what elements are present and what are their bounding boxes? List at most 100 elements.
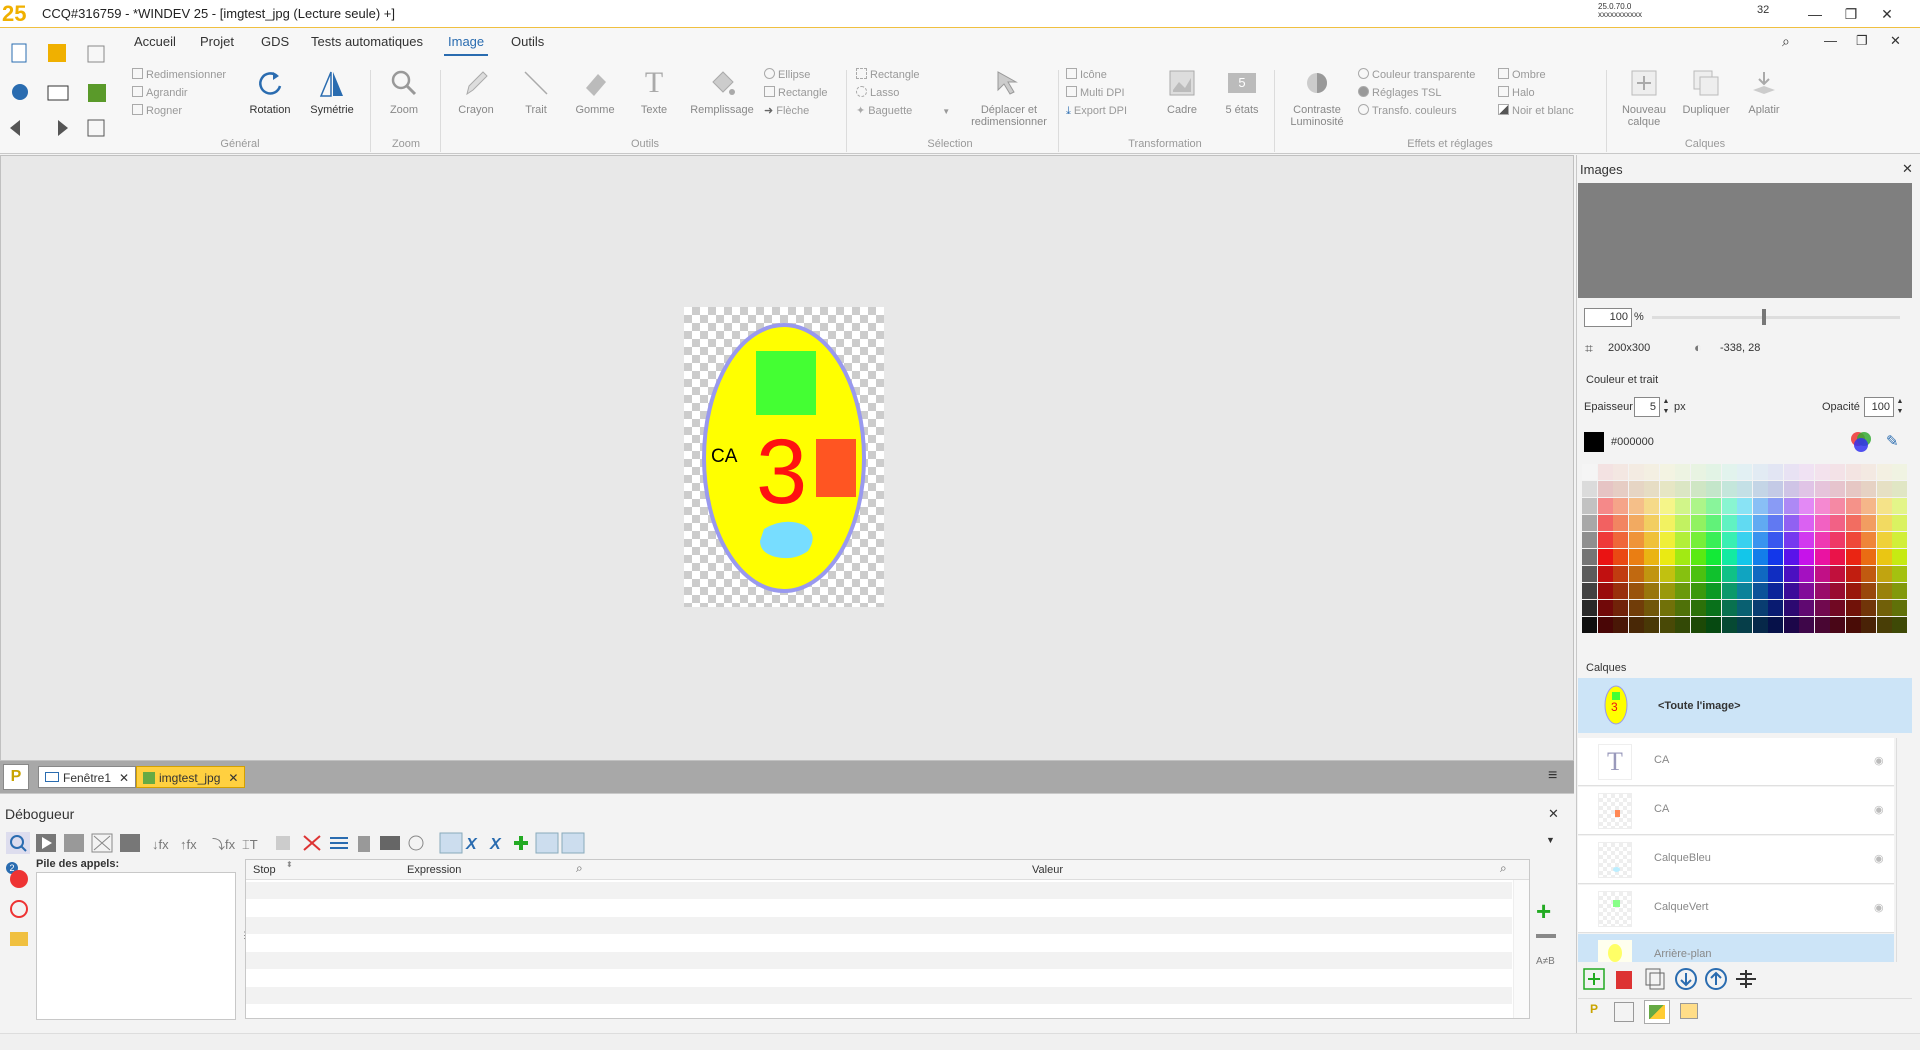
palette-swatch[interactable] (1799, 532, 1814, 548)
table-row[interactable] (246, 987, 1512, 1004)
fleche-button[interactable]: ➜ Flèche (764, 102, 828, 120)
tab-projet[interactable]: Projet (196, 34, 238, 49)
palette-swatch[interactable] (1597, 498, 1613, 514)
palette-swatch[interactable] (1876, 583, 1892, 599)
palette-swatch[interactable] (1675, 600, 1690, 616)
color-palette[interactable] (1582, 464, 1908, 638)
palette-swatch[interactable] (1830, 583, 1845, 599)
palette-swatch[interactable] (1675, 617, 1690, 633)
layer-row[interactable]: CalqueBleu ◉ (1578, 836, 1894, 884)
palette-swatch[interactable] (1768, 583, 1783, 599)
palette-swatch[interactable] (1814, 600, 1830, 616)
palette-swatch[interactable] (1892, 600, 1907, 616)
palette-swatch[interactable] (1675, 583, 1690, 599)
palette-swatch[interactable] (1659, 481, 1675, 497)
palette-swatch[interactable] (1768, 515, 1783, 531)
palette-swatch[interactable] (1845, 583, 1861, 599)
palette-swatch[interactable] (1706, 481, 1721, 497)
close-icon[interactable]: ✕ (228, 771, 238, 785)
palette-swatch[interactable] (1799, 617, 1814, 633)
layer-row[interactable]: T CA ◉ (1578, 738, 1894, 786)
palette-swatch[interactable] (1675, 532, 1690, 548)
palette-swatch[interactable] (1814, 515, 1830, 531)
palette-swatch[interactable] (1783, 481, 1799, 497)
palette-swatch[interactable] (1675, 464, 1690, 480)
palette-swatch[interactable] (1876, 498, 1892, 514)
palette-swatch[interactable] (1861, 583, 1876, 599)
palette-swatch[interactable] (1892, 583, 1907, 599)
zoom-slider-thumb[interactable] (1762, 309, 1766, 325)
nouveau-calque-button[interactable]: Nouveau calque (1614, 66, 1674, 128)
explorer-tab-icon[interactable] (1614, 1002, 1634, 1022)
palette-swatch[interactable] (1861, 617, 1876, 633)
palette-swatch[interactable] (1830, 515, 1845, 531)
palette-swatch[interactable] (1675, 566, 1690, 582)
export-dpi-button[interactable]: ⤓ Export DPI (1066, 102, 1127, 120)
palette-swatch[interactable] (1582, 481, 1597, 497)
project-icon[interactable]: P (3, 764, 29, 790)
palette-swatch[interactable] (1830, 566, 1845, 582)
palette-swatch[interactable] (1830, 617, 1845, 633)
palette-swatch[interactable] (1644, 549, 1659, 565)
ribbon-close-button[interactable]: ✕ (1890, 33, 1901, 49)
palette-swatch[interactable] (1845, 515, 1861, 531)
palette-swatch[interactable] (1845, 549, 1861, 565)
palette-swatch[interactable] (1628, 549, 1644, 565)
palette-swatch[interactable] (1690, 515, 1706, 531)
palette-swatch[interactable] (1582, 583, 1597, 599)
palette-swatch[interactable] (1814, 549, 1830, 565)
noir-et-blanc-button[interactable]: Noir et blanc (1498, 102, 1574, 120)
palette-swatch[interactable] (1752, 515, 1768, 531)
palette-swatch[interactable] (1628, 566, 1644, 582)
column-stop[interactable]: Stop (253, 864, 276, 876)
palette-swatch[interactable] (1706, 549, 1721, 565)
layer-row[interactable]: CalqueVert ◉ (1578, 885, 1894, 933)
aplatir-button[interactable]: Aplatir (1734, 66, 1794, 116)
palette-swatch[interactable] (1783, 549, 1799, 565)
palette-swatch[interactable] (1721, 532, 1737, 548)
toolbar-dropdown-icon[interactable]: ▼ (1546, 835, 1555, 845)
palette-swatch[interactable] (1582, 566, 1597, 582)
palette-swatch[interactable] (1659, 498, 1675, 514)
palette-swatch[interactable] (1737, 617, 1752, 633)
palette-swatch[interactable] (1644, 498, 1659, 514)
palette-swatch[interactable] (1597, 464, 1613, 480)
color-picker-icon[interactable] (1849, 430, 1873, 454)
palette-swatch[interactable] (1597, 566, 1613, 582)
palette-swatch[interactable] (1706, 617, 1721, 633)
palette-swatch[interactable] (1768, 600, 1783, 616)
palette-swatch[interactable] (1690, 481, 1706, 497)
palette-swatch[interactable] (1721, 464, 1737, 480)
palette-swatch[interactable] (1659, 515, 1675, 531)
opacity-field[interactable]: 100 (1864, 397, 1894, 417)
palette-swatch[interactable] (1799, 600, 1814, 616)
palette-swatch[interactable] (1706, 532, 1721, 548)
search-icon[interactable]: ⌕ (1782, 33, 1790, 50)
palette-swatch[interactable] (1690, 464, 1706, 480)
palette-swatch[interactable] (1876, 515, 1892, 531)
palette-swatch[interactable] (1876, 617, 1892, 633)
palette-swatch[interactable] (1737, 515, 1752, 531)
palette-swatch[interactable] (1892, 498, 1907, 514)
palette-swatch[interactable] (1597, 515, 1613, 531)
palette-swatch[interactable] (1752, 532, 1768, 548)
layer-row[interactable]: Arrière-plan (1578, 934, 1894, 962)
zoom-slider[interactable] (1652, 316, 1900, 319)
palette-swatch[interactable] (1814, 481, 1830, 497)
palette-swatch[interactable] (1861, 464, 1876, 480)
palette-swatch[interactable] (1892, 481, 1907, 497)
folder-icon[interactable] (10, 932, 28, 946)
palette-swatch[interactable] (1768, 617, 1783, 633)
eye-icon[interactable]: ◉ (1874, 852, 1888, 866)
ribbon-minimize-button[interactable]: — (1824, 33, 1837, 48)
palette-swatch[interactable] (1768, 464, 1783, 480)
palette-swatch[interactable] (1876, 600, 1892, 616)
palette-swatch[interactable] (1628, 481, 1644, 497)
palette-swatch[interactable] (1876, 549, 1892, 565)
eye-icon[interactable]: ◉ (1874, 901, 1888, 915)
palette-swatch[interactable] (1876, 464, 1892, 480)
palette-swatch[interactable] (1783, 464, 1799, 480)
palette-swatch[interactable] (1613, 600, 1628, 616)
palette-swatch[interactable] (1628, 464, 1644, 480)
palette-swatch[interactable] (1752, 481, 1768, 497)
